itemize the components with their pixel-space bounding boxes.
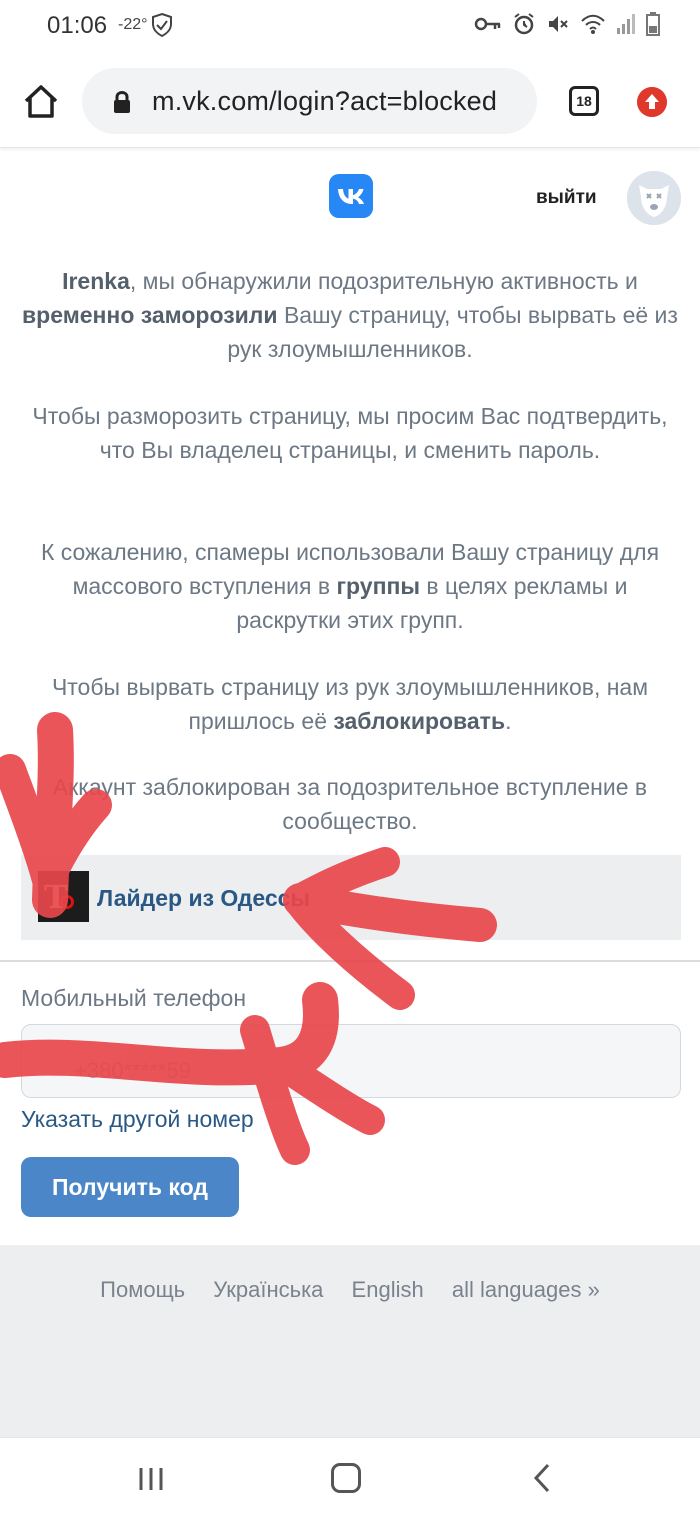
footer-link-all-languages[interactable]: all languages » — [452, 1277, 600, 1302]
message-paragraph-3: К сожалению, спамеры использовали Вашу с… — [40, 539, 660, 633]
browser-toolbar: m.vk.com/login?act=blocked 18 — [0, 52, 700, 148]
get-code-button[interactable]: Получить код — [21, 1157, 239, 1217]
status-icons — [474, 12, 660, 36]
block-reason: Аккаунт заблокирован за подозрительное в… — [52, 774, 648, 834]
footer-link-ukrainian[interactable]: Українська — [213, 1277, 323, 1302]
group-avatar: T — [38, 871, 89, 922]
lock-icon — [114, 91, 130, 113]
mute-icon — [549, 16, 568, 32]
user-name: Irenka — [62, 268, 130, 294]
battery-icon — [646, 12, 660, 36]
phone-field[interactable] — [21, 1024, 681, 1098]
group-name[interactable]: Лайдер из Одессы — [97, 885, 310, 912]
phone-label: Мобильный телефон — [21, 985, 247, 1011]
alarm-icon — [514, 13, 534, 35]
message-paragraph-4: Чтобы вырвать страницу из рук злоумышлен… — [51, 674, 649, 734]
recent-apps-icon[interactable] — [137, 1466, 165, 1492]
key-icon — [474, 17, 501, 31]
update-icon[interactable] — [637, 87, 667, 117]
footer: Помощь Українська English all languages … — [0, 1245, 700, 1437]
wifi-icon — [581, 14, 605, 34]
navigation-bar — [0, 1437, 700, 1517]
message-paragraph-2: Чтобы разморозить страницу, мы просим Ва… — [32, 403, 668, 463]
status-bar: 01:06 -22° — [0, 0, 700, 52]
avatar[interactable] — [627, 171, 681, 225]
home-icon[interactable] — [331, 1463, 361, 1493]
message-paragraph-1: Irenka, мы обнаружили подозрительную акт… — [22, 268, 678, 362]
home-icon[interactable] — [22, 82, 60, 120]
footer-link-help[interactable]: Помощь — [100, 1277, 185, 1302]
shield-icon — [152, 12, 172, 38]
tabs-icon[interactable]: 18 — [569, 86, 599, 116]
back-icon[interactable] — [531, 1462, 553, 1494]
signal-icon — [617, 14, 635, 34]
footer-link-english[interactable]: English — [352, 1277, 424, 1302]
address-bar[interactable]: m.vk.com/login?act=blocked — [82, 68, 537, 134]
status-temperature: -22° — [118, 16, 148, 33]
footer-links: Помощь Українська English all languages … — [0, 1277, 700, 1303]
logout-link[interactable]: выйти — [536, 187, 597, 209]
divider — [0, 960, 700, 962]
status-time: 01:06 — [47, 12, 108, 39]
vk-logo[interactable] — [329, 174, 373, 218]
url-text: m.vk.com/login?act=blocked — [152, 86, 498, 116]
other-number-link[interactable]: Указать другой номер — [21, 1106, 254, 1133]
group-item[interactable]: T Лайдер из Одессы — [21, 855, 681, 940]
